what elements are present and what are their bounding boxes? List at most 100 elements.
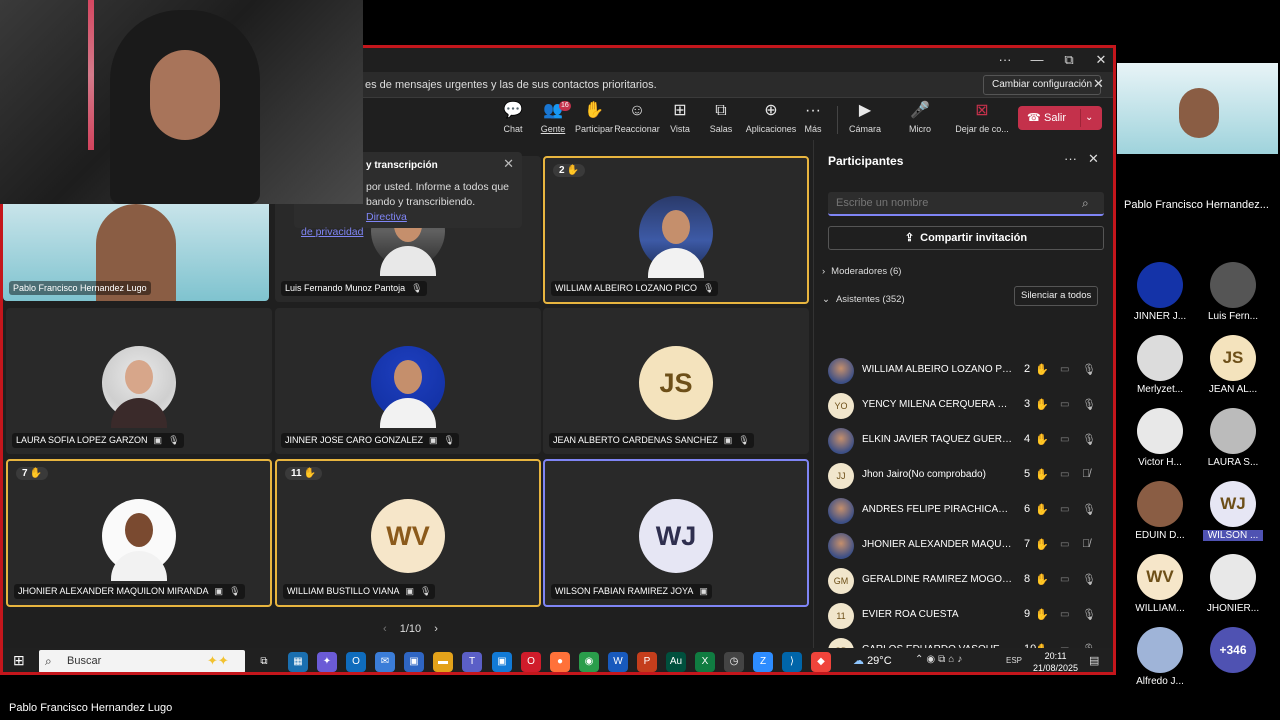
system-tray-icons[interactable]: ⌃◉⧉⌂♪	[915, 654, 965, 665]
video-tile[interactable]: LAURA SOFIA LOPEZ GARZON ▣ 🎙	[6, 308, 272, 454]
mic-icon[interactable]: 🎙	[1082, 573, 1096, 586]
clock-app-icon[interactable]: ◷	[724, 652, 744, 672]
prev-page-button[interactable]: ‹	[383, 623, 387, 635]
toolbar-react[interactable]: ☺ Reaccionar	[613, 101, 661, 134]
privacy-policy-link[interactable]: de privacidad	[301, 226, 363, 238]
camera-off-icon: ▭	[1060, 609, 1070, 620]
gallery-participant[interactable]: JS JEAN AL...	[1203, 335, 1263, 395]
taskbar-search[interactable]: ⌕ Buscar ✦✦	[39, 650, 245, 672]
toolbar-raise-hand[interactable]: ✋ Participar	[570, 101, 618, 134]
gallery-participant[interactable]: LAURA S...	[1203, 408, 1263, 468]
speaker-thumbnail-video[interactable]	[1117, 63, 1278, 154]
participant-avatar	[828, 428, 854, 454]
mic-off-icon[interactable]: 🎙̸	[1082, 538, 1090, 550]
close-window-button[interactable]: ✕	[1087, 50, 1113, 70]
participant-row[interactable]: JHONIER ALEXANDER MAQUIL... 7 ✋ ▭ 🎙̸	[828, 530, 1104, 560]
notification-close-icon[interactable]: ✕	[503, 156, 514, 172]
notifications-icon[interactable]: ▤	[1089, 654, 1099, 667]
weather-widget[interactable]: ☁ 29°C	[853, 654, 892, 667]
participant-row[interactable]: GM GERALDINE RAMIREZ MOGOLL... 8 ✋ ▭ 🎙	[828, 565, 1104, 595]
store-icon[interactable]: ▣	[404, 652, 424, 672]
camera-off-icon: ▣	[429, 435, 438, 445]
language-indicator[interactable]: ESP	[1006, 656, 1022, 665]
store2-icon[interactable]: ▣	[492, 652, 512, 672]
panel-close-icon[interactable]: ✕	[1088, 151, 1099, 167]
share-invite-button[interactable]: ⇪ Compartir invitación	[828, 226, 1104, 250]
privacy-policy-link[interactable]: Directiva	[366, 211, 407, 223]
mic-icon[interactable]: 🎙	[1082, 398, 1096, 411]
hand-order-number: 5	[1024, 468, 1031, 480]
toolbar-stop-share[interactable]: ⊠ Dejar de co...	[953, 101, 1011, 134]
toolbar-stop-share-label: Dejar de co...	[955, 124, 1009, 134]
anydesk-icon[interactable]: ◆	[811, 652, 831, 672]
mic-icon[interactable]: 🎙	[1082, 608, 1096, 621]
participant-row[interactable]: WILLIAM ALBEIRO LOZANO PICO 2 ✋ ▭ 🎙	[828, 355, 1104, 385]
video-tile[interactable]: 7 ✋ JHONIER ALEXANDER MAQUILON MIRANDA ▣ 🎙	[6, 459, 272, 607]
video-tile[interactable]: 11 ✋ WV WILLIAM BUSTILLO VIANA ▣ 🎙	[275, 459, 541, 607]
gallery-participant[interactable]: WJ WILSON ...	[1203, 481, 1263, 541]
folder-icon[interactable]: ▬	[433, 652, 453, 672]
video-tile[interactable]: WJ WILSON FABIAN RAMIREZ JOYA ▣	[543, 459, 809, 607]
firefox-icon[interactable]: ●	[550, 652, 570, 672]
toolbar-mic[interactable]: 🎤 Micro	[896, 101, 944, 134]
gallery-participant[interactable]: EDUIN D...	[1130, 481, 1190, 541]
video-tile[interactable]: JS JEAN ALBERTO CARDENAS SANCHEZ ▣ 🎙	[543, 308, 809, 454]
maximize-button[interactable]: ⧉	[1055, 50, 1083, 70]
gallery-participant[interactable]: Victor H...	[1130, 408, 1190, 468]
chevron-down-icon[interactable]: ⌄	[1085, 106, 1093, 130]
participant-row[interactable]: ELKIN JAVIER TAQUEZ GUERRERO 4 ✋ ▭ 🎙	[828, 425, 1104, 455]
desktop-screen: ··· — ⧉ ✕ es de mensajes urgentes y las …	[0, 0, 1280, 720]
vscode-icon[interactable]: ⟩	[782, 652, 802, 672]
video-tile-speaker[interactable]: Pablo Francisco Hernandez Lugo	[3, 204, 269, 301]
audition-icon[interactable]: Au	[666, 652, 686, 672]
mail-icon[interactable]: ✉	[375, 652, 395, 672]
toolbar-more[interactable]: ··· Más	[789, 101, 837, 134]
excel-icon[interactable]: X	[695, 652, 715, 672]
toolbar-camera[interactable]: ▶ Cámara	[841, 101, 889, 134]
mic-icon[interactable]: 🎙	[1082, 363, 1096, 376]
windows-start-icon[interactable]: ⊞	[13, 652, 25, 669]
mute-all-button[interactable]: Silenciar a todos	[1014, 286, 1099, 306]
word-icon[interactable]: W	[608, 652, 628, 672]
mic-icon[interactable]: 🎙	[1082, 503, 1096, 516]
gallery-participant[interactable]: +346	[1203, 627, 1263, 676]
panel-more-icon[interactable]: ···	[1064, 151, 1077, 166]
video-tile[interactable]: JINNER JOSE CARO GONZALEZ ▣ 🎙	[275, 308, 541, 454]
camera-off-icon: ▣	[405, 586, 415, 596]
powerpoint-icon[interactable]: P	[637, 652, 657, 672]
chrome-icon[interactable]: ◉	[579, 652, 599, 672]
toolbar-rooms[interactable]: ⧉ Salas	[697, 101, 745, 134]
toolbar-camera-label: Cámara	[848, 124, 881, 134]
copilot-icon[interactable]: ✦	[317, 652, 337, 672]
gallery-participant[interactable]: Luis Fern...	[1203, 262, 1263, 322]
gallery-participant[interactable]: WV WILLIAM...	[1130, 554, 1190, 614]
banner-close-icon[interactable]: ✕	[1093, 76, 1104, 92]
taskbar-clock[interactable]: 20:11 21/08/2025	[1033, 650, 1078, 672]
mic-off-icon[interactable]: 🎙̸	[1082, 468, 1090, 480]
camera-off-icon: ▣	[214, 586, 224, 596]
minimize-button[interactable]: —	[1023, 50, 1051, 70]
gallery-participant[interactable]: Merlyzet...	[1130, 335, 1190, 395]
gallery-participant[interactable]: Alfredo J...	[1130, 627, 1190, 687]
gallery-participant[interactable]: JINNER J...	[1130, 262, 1190, 322]
change-settings-button[interactable]: Cambiar configuración	[983, 75, 1102, 95]
leave-button[interactable]: ☎ Salir ⌄	[1018, 106, 1102, 130]
participant-row[interactable]: 11 EVIER ROA CUESTA 9 ✋ ▭ 🎙	[828, 600, 1104, 630]
more-options-icon[interactable]: ···	[991, 50, 1019, 70]
video-tile[interactable]: 2 ✋ WILLIAM ALBEIRO LOZANO PICO 🎙	[543, 156, 809, 304]
participant-row[interactable]: YO YENCY MILENA CERQUERA OME 3 ✋ ▭ 🎙	[828, 390, 1104, 420]
zoom-icon[interactable]: Z	[753, 652, 773, 672]
widgets-icon[interactable]: ▦	[288, 652, 308, 672]
attendees-section[interactable]: ⌄ Asistentes (352)	[822, 294, 905, 305]
next-page-button[interactable]: ›	[434, 623, 438, 635]
moderators-section[interactable]: › Moderadores (6)	[822, 266, 901, 277]
participant-row[interactable]: JJ Jhon Jairo(No comprobado) 5 ✋ ▭ 🎙̸	[828, 460, 1104, 490]
participant-search-input[interactable]	[828, 192, 1104, 216]
mic-icon[interactable]: 🎙	[1082, 433, 1096, 446]
outlook-icon[interactable]: O	[346, 652, 366, 672]
participant-row[interactable]: ANDRES FELIPE PIRACHICAN M... 6 ✋ ▭ 🎙	[828, 495, 1104, 525]
teams-icon[interactable]: T	[462, 652, 482, 672]
opera-icon[interactable]: O	[521, 652, 541, 672]
gallery-participant[interactable]: JHONIER...	[1203, 554, 1263, 614]
task-view-icon[interactable]: ⧉	[254, 652, 274, 672]
